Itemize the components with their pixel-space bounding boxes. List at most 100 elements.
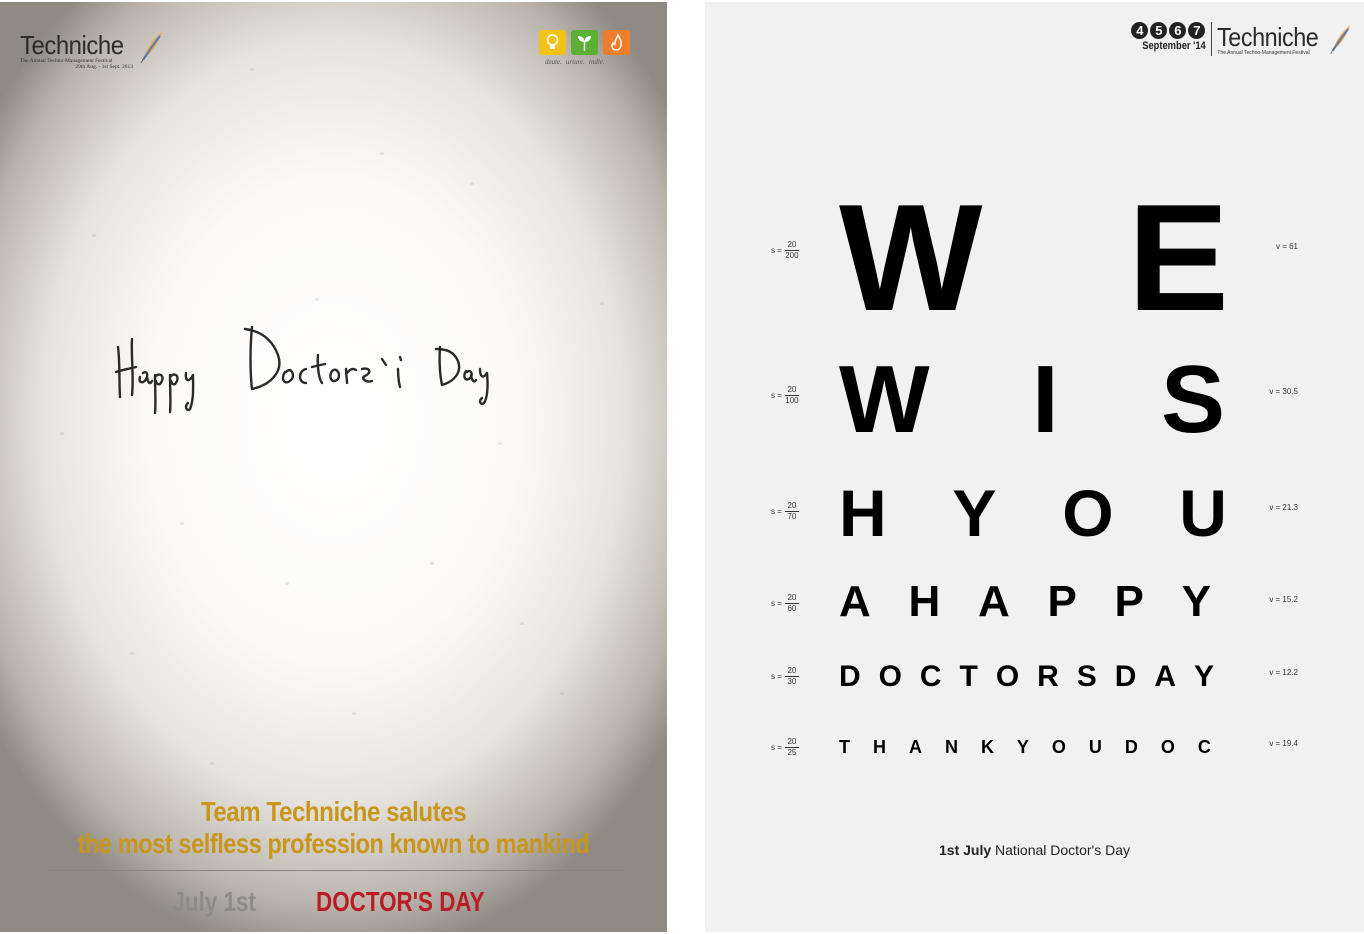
- s-prefix: s =: [771, 506, 782, 516]
- doctors-day-date-line: July 1st DOCTOR'S DAY: [0, 886, 667, 918]
- fraction-numerator: 20: [787, 737, 797, 746]
- visual-acuity-value: v = 21.3: [1269, 503, 1298, 512]
- eye-chart-letter: C: [919, 660, 942, 693]
- tile-caption-ideate: deate.: [545, 58, 562, 66]
- fraction: 20 25: [784, 737, 799, 757]
- eye-chart-letter: D: [1114, 660, 1137, 693]
- paper-speckle: [180, 522, 184, 525]
- fraction-numerator: 20: [787, 385, 797, 394]
- visual-acuity-value: v = 61: [1275, 242, 1298, 251]
- left-poster: Techniche The Annual Techno-Management F…: [0, 2, 667, 932]
- eye-chart-letter: O: [1051, 737, 1066, 757]
- paper-speckle: [92, 234, 96, 237]
- eye-chart-letter: U: [1088, 737, 1102, 757]
- s-prefix: s =: [771, 390, 782, 400]
- visual-acuity-value: v = 19.4: [1269, 739, 1298, 748]
- paper-speckle: [430, 562, 434, 565]
- brand-dates: 29th Aug. - 1st Sept. 2013: [75, 64, 133, 70]
- s-prefix: s =: [771, 671, 782, 681]
- paper-speckle: [130, 652, 134, 655]
- eye-chart-letter: A: [1154, 660, 1177, 693]
- eye-chart-letter: O: [878, 660, 902, 693]
- fraction-numerator: 20: [787, 666, 797, 675]
- snellen-fraction: s = 20 25: [771, 737, 799, 757]
- eye-chart-letter: W: [839, 173, 983, 343]
- s-prefix: s =: [771, 245, 782, 255]
- brand-divider: [1211, 22, 1213, 56]
- eye-chart-letter: Y: [1193, 660, 1214, 693]
- eye-chart-letter: E: [1127, 173, 1229, 343]
- paper-speckle: [210, 762, 214, 765]
- right-poster: 4 5 6 7 September '14 Techniche The Annu…: [705, 2, 1364, 932]
- eye-chart-row: AHAPPY: [839, 580, 1211, 624]
- date-circle: 6: [1169, 22, 1187, 39]
- eye-chart-letter: H: [839, 476, 887, 550]
- fraction: 20 200: [784, 240, 799, 260]
- paper-speckle: [520, 622, 524, 625]
- fraction-denominator: 70: [787, 512, 797, 521]
- date-circle: 5: [1150, 22, 1168, 39]
- fraction-denominator: 30: [787, 677, 797, 686]
- visual-acuity-value: v = 12.2: [1269, 668, 1298, 677]
- eye-chart-letter: D: [1124, 737, 1138, 757]
- fraction: 20 70: [784, 501, 799, 521]
- fraction-numerator: 20: [787, 501, 797, 510]
- doctors-day-text: DOCTOR'S DAY: [315, 886, 485, 917]
- brand-text: Techniche The Annual Techno-Management F…: [1217, 22, 1330, 56]
- visual-acuity-value: v = 30.5: [1269, 387, 1298, 396]
- eye-chart-letter: W: [839, 346, 930, 453]
- snellen-fraction: s = 20 100: [771, 385, 799, 405]
- eye-chart-letter: H: [872, 737, 886, 757]
- eye-chart-letter: U: [1179, 476, 1227, 550]
- eye-chart-letter: S: [1160, 346, 1225, 453]
- eye-chart-letter: Y: [1181, 577, 1211, 626]
- paper-speckle: [600, 302, 604, 305]
- fraction-denominator: 200: [785, 251, 799, 260]
- tile-caption-kindle: indle.: [588, 58, 605, 66]
- fraction: 20 60: [784, 593, 799, 613]
- brand-wordmark: Techniche: [20, 30, 124, 60]
- date-circle: 4: [1131, 22, 1149, 39]
- eye-chart-letter: O: [995, 660, 1020, 693]
- fraction-numerator: 20: [787, 593, 797, 602]
- eye-chart-row: WE: [839, 182, 1229, 334]
- eye-chart-letter: O: [1062, 476, 1114, 550]
- fraction-numerator: 20: [787, 240, 797, 249]
- date-circle: 7: [1188, 22, 1206, 39]
- eye-chart-letter: A: [908, 737, 922, 757]
- eye-chart-row: DOCTORSDAY: [839, 662, 1214, 692]
- eye-chart-letter: P: [1114, 577, 1144, 626]
- paper-speckle: [250, 68, 254, 71]
- lightbulb-icon: [539, 30, 566, 55]
- paper-speckle: [498, 442, 502, 445]
- ideate-nurture-kindle-badge: deate. urture. indle.: [539, 20, 639, 66]
- eye-chart-row: WIS: [839, 352, 1225, 448]
- festival-month: September '14: [1141, 40, 1206, 52]
- eye-chart-letter: N: [944, 737, 958, 757]
- eye-chart-letter: R: [1037, 660, 1059, 693]
- fraction: 20 30: [784, 666, 799, 686]
- eye-chart-row: HYOU: [839, 480, 1227, 546]
- eye-chart-letter: C: [1197, 737, 1211, 757]
- s-prefix: s =: [771, 598, 782, 608]
- paper-speckle: [285, 582, 289, 585]
- fraction: 20 100: [784, 385, 799, 405]
- eye-chart-letter: P: [1047, 577, 1077, 626]
- flame-icon: [603, 30, 630, 55]
- left-brand-logo: Techniche The Annual Techno-Management F…: [20, 30, 162, 70]
- snellen-fraction: s = 20 30: [771, 666, 799, 686]
- snellen-fraction: s = 20 200: [771, 240, 799, 260]
- salute-line-1: Team Techniche salutes: [200, 796, 467, 827]
- eye-chart-letter: H: [908, 577, 941, 626]
- brand-wordmark: Techniche: [1217, 22, 1319, 52]
- eye-chart-letter: I: [1031, 346, 1059, 453]
- eye-chart-letter: T: [839, 737, 850, 757]
- festival-dates: 4 5 6 7 September '14: [1131, 22, 1206, 52]
- paper-speckle: [470, 182, 474, 185]
- snellen-fraction: s = 20 70: [771, 501, 799, 521]
- eye-chart-letter: A: [839, 577, 871, 626]
- footer-text: National Doctor's Day: [991, 842, 1130, 858]
- eye-chart-letter: D: [839, 660, 861, 693]
- paper-speckle: [315, 298, 319, 301]
- eye-chart-letter: O: [1160, 737, 1175, 757]
